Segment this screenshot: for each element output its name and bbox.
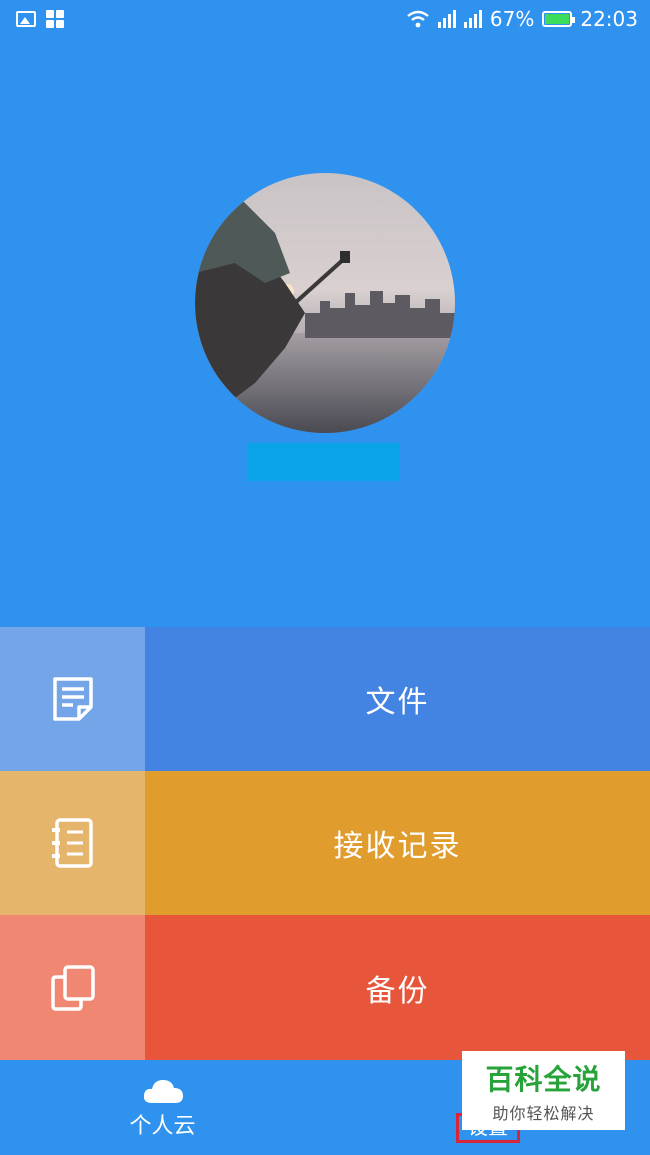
watermark-logo: 百科全说 助你轻松解决 [462, 1051, 625, 1130]
menu-item-receive-records[interactable]: 接收记录 [0, 771, 650, 915]
clock: 22:03 [580, 7, 638, 31]
cloud-icon [143, 1080, 183, 1103]
menu-item-backup[interactable]: 备份 [0, 915, 650, 1060]
battery-percent: 67% [489, 7, 535, 31]
menu-item-label: 备份 [145, 915, 650, 1060]
username-redacted [247, 443, 399, 481]
menu-item-label: 接收记录 [145, 771, 650, 915]
avatar[interactable] [195, 173, 455, 433]
watermark-subtitle: 助你轻松解决 [492, 1103, 595, 1123]
status-bar-left [16, 10, 64, 28]
wifi-icon [407, 10, 429, 28]
status-bar-right: 67% 22:03 [406, 7, 638, 31]
battery-icon [542, 11, 576, 27]
tab-label: 个人云 [129, 1114, 196, 1139]
status-bar: 67% 22:03 [0, 0, 650, 38]
notebook-icon [51, 818, 93, 868]
signal-icon [463, 10, 482, 28]
image-icon [16, 11, 36, 27]
menu-item-files[interactable]: 文件 [0, 627, 650, 771]
document-icon [52, 677, 93, 721]
menu-icon-cell [0, 627, 145, 771]
menu-icon-cell [0, 771, 145, 915]
signal-icon [437, 10, 456, 28]
menu-icon-cell [0, 915, 145, 1060]
apps-icon [46, 10, 64, 28]
menu-item-label: 文件 [145, 627, 650, 771]
copy-icon [50, 964, 95, 1011]
tab-personal-cloud[interactable]: 个人云 [110, 1078, 215, 1148]
avatar-photo [195, 173, 455, 433]
watermark-title: 百科全说 [485, 1062, 602, 1096]
